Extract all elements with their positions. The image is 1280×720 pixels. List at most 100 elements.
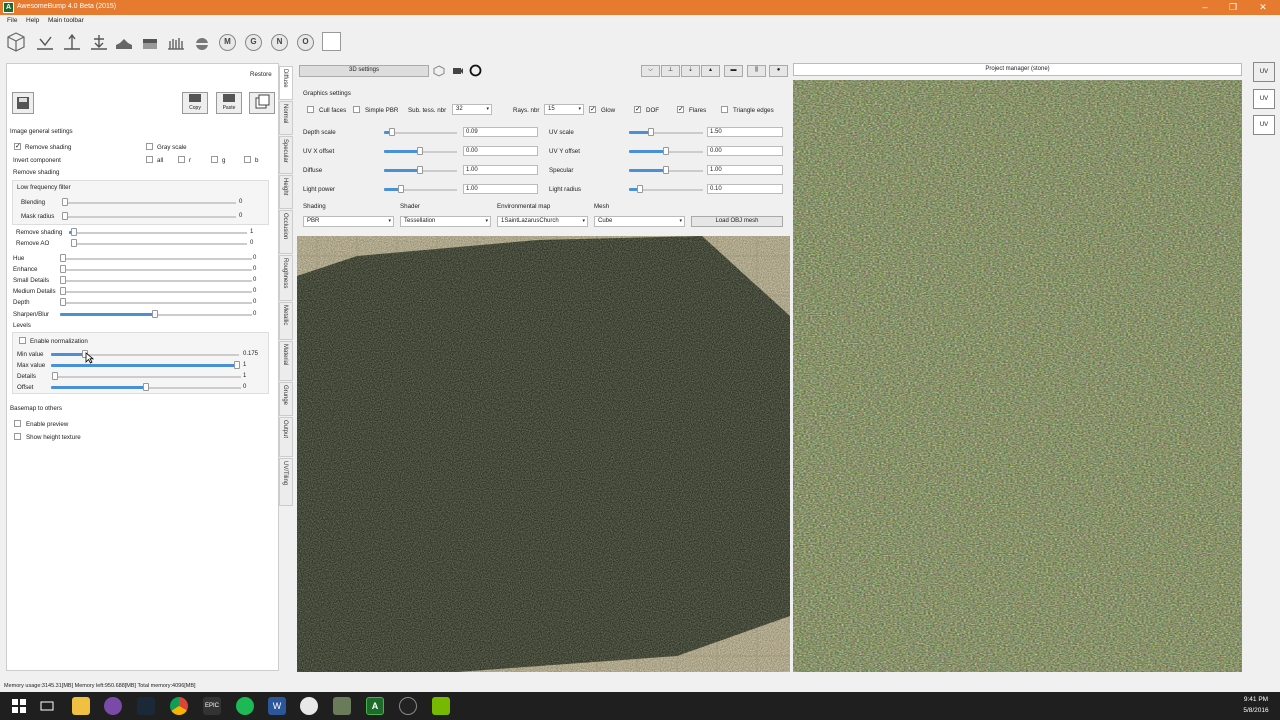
uv-x-slider-thumb[interactable] [417,147,423,155]
tab-diffuse[interactable]: Diffuse [279,66,293,100]
epic-games-icon[interactable]: EPIC [203,697,221,715]
invert-r-checkbox[interactable] [178,156,185,163]
dof-checkbox[interactable]: ✓ [634,106,641,113]
details-slider[interactable] [55,376,241,378]
normal-icon[interactable] [61,31,83,53]
hue-slider[interactable] [62,258,252,260]
remove-shading-slider-thumb[interactable] [71,228,77,236]
depth-slider[interactable] [62,302,252,304]
max-value-slider-thumb[interactable] [234,361,240,369]
material-m-icon[interactable]: M [219,34,236,51]
tab-normal[interactable]: Normal [279,101,293,135]
light-power-input[interactable]: 1.00 [463,184,538,194]
task-view-icon[interactable] [38,697,56,715]
remove-shading-checkbox[interactable]: ✓ [14,143,21,150]
uv-x-input[interactable]: 0.00 [463,146,538,156]
load-obj-mesh-button[interactable]: Load OBJ mesh [691,216,783,227]
chrome-icon[interactable] [170,697,188,715]
view-normal-icon[interactable]: ⊥ [661,65,680,77]
camera-icon[interactable] [452,65,464,77]
sharpen-blur-slider-thumb[interactable] [152,310,158,318]
invert-all-checkbox[interactable] [146,156,153,163]
tab-roughness[interactable]: Roughness [279,255,293,301]
close-button[interactable]: ✕ [1248,0,1278,15]
diffuse-slider[interactable] [419,170,457,172]
awesomebump-taskbar-icon[interactable]: A [366,697,384,715]
nvidia-icon[interactable] [432,697,450,715]
specular-input[interactable]: 1.00 [707,165,783,175]
reset-view-icon[interactable] [469,64,482,77]
gray-scale-checkbox[interactable] [146,143,153,150]
media-player-icon[interactable] [300,697,318,715]
remove-shading-slider[interactable] [73,232,247,234]
tab-output[interactable]: Output [279,417,293,457]
remove-ao-slider-thumb[interactable] [71,239,77,247]
project-manager-header[interactable]: Project manager (stone) [793,63,1242,76]
specular-icon[interactable] [88,31,110,53]
height-icon[interactable] [113,31,135,53]
blending-slider[interactable] [62,202,236,204]
rays-spinbox[interactable]: 15 ▾ [544,104,584,115]
specular-slider-thumb[interactable] [663,166,669,174]
roughness-icon[interactable] [165,31,187,53]
save-icon[interactable] [12,92,34,114]
sub-tess-spinbox[interactable]: 32 ▾ [452,104,492,115]
restore-link[interactable]: Restore [250,71,272,78]
cube-icon[interactable] [5,31,27,53]
uv-plus-icon[interactable]: UV [1253,62,1275,82]
view-occlusion-icon[interactable]: ▬ [724,65,743,77]
depth-scale-slider-thumb[interactable] [389,128,395,136]
min-value-slider[interactable] [84,354,239,356]
enable-preview-checkbox[interactable] [14,420,21,427]
open-image-button[interactable] [249,92,275,114]
tab-uv-tiling[interactable]: UV/Tiling [279,458,293,506]
uv-scale-input[interactable]: 1.50 [707,127,783,137]
cull-faces-checkbox[interactable] [307,106,314,113]
uv-x-slider[interactable] [419,151,457,153]
uv-icon[interactable]: UV [1253,89,1275,109]
occlusion-o-icon[interactable]: O [297,34,314,51]
tab-specular[interactable]: Specular [279,136,293,174]
windows-start-icon[interactable] [10,697,28,715]
medium-details-slider-thumb[interactable] [60,287,66,295]
image-icon[interactable] [333,697,351,715]
depth-scale-input[interactable]: 0.09 [463,127,538,137]
show-height-checkbox[interactable] [14,433,21,440]
invert-b-checkbox[interactable] [244,156,251,163]
light-radius-input[interactable]: 0.10 [707,184,783,194]
tab-height[interactable]: Height [279,175,293,209]
grunge-g-icon[interactable]: G [245,34,262,51]
light-power-slider-thumb[interactable] [398,185,404,193]
medium-details-slider[interactable] [62,291,252,293]
remove-ao-slider[interactable] [73,243,247,245]
diffuse-input[interactable]: 1.00 [463,165,538,175]
texture-preview[interactable] [793,80,1242,672]
mask-radius-slider[interactable] [62,216,236,218]
cube-view-icon[interactable] [433,65,445,77]
small-details-slider-thumb[interactable] [60,276,66,284]
menu-help[interactable]: Help [26,17,39,24]
light-power-slider[interactable] [400,189,457,191]
tab-occlusion[interactable]: Occlusion [279,210,293,254]
minimize-button[interactable]: – [1190,0,1220,15]
env-map-select[interactable]: 1SaintLazarusChurch ▾ [497,216,588,227]
word-icon[interactable]: W [268,697,286,715]
mask-radius-slider-thumb[interactable] [62,212,68,220]
metallic-icon[interactable] [191,31,213,53]
uv-scale-slider-thumb[interactable] [648,128,654,136]
enhance-slider[interactable] [62,269,252,271]
occlusion-icon[interactable] [139,31,161,53]
steam-icon[interactable] [137,697,155,715]
clock-time[interactable]: 9:41 PM [1236,696,1276,703]
hue-slider-thumb[interactable] [60,254,66,262]
spotify-icon[interactable] [236,697,254,715]
flares-checkbox[interactable]: ✓ [677,106,684,113]
clock-date[interactable]: 5/8/2016 [1236,707,1276,714]
tab-material[interactable]: Material [279,341,293,381]
diffuse-icon[interactable] [34,31,56,53]
triangle-edges-checkbox[interactable] [721,106,728,113]
mesh-select[interactable]: Cube ▾ [594,216,685,227]
normal-n-icon[interactable]: N [271,34,288,51]
tab-grunge[interactable]: Grunge [279,382,293,416]
uv-y-slider-thumb[interactable] [663,147,669,155]
